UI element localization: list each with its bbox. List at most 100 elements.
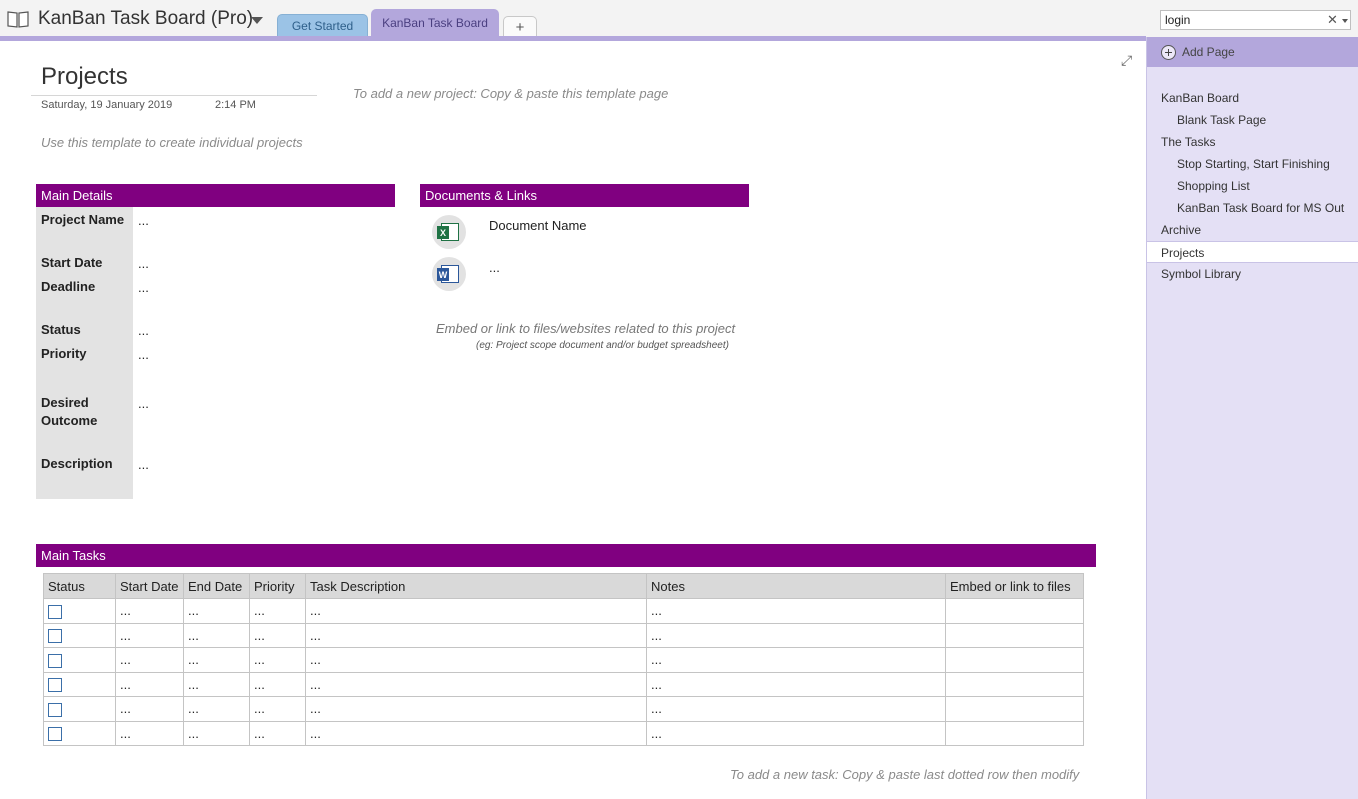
table-row: ... ... ... ... ...	[43, 598, 1084, 624]
project-name-value[interactable]: ...	[138, 213, 149, 228]
add-section-button[interactable]: +	[503, 16, 537, 37]
page-item-kanban-ms-outlook[interactable]: KanBan Task Board for MS Out	[1147, 197, 1358, 219]
task-description-cell[interactable]: ...	[305, 720, 647, 746]
task-description-cell[interactable]: ...	[305, 696, 647, 722]
table-row: ... ... ... ... ...	[43, 720, 1084, 746]
task-checkbox[interactable]	[48, 629, 62, 644]
start-date-cell[interactable]: ...	[115, 720, 184, 746]
task-checkbox[interactable]	[48, 653, 62, 668]
end-date-cell[interactable]: ...	[183, 598, 250, 624]
chevron-down-icon[interactable]	[1342, 19, 1348, 23]
page-list-pane: Add Page KanBan Board Blank Task Page Th…	[1146, 37, 1358, 799]
document-name-1[interactable]: Document Name	[489, 218, 587, 233]
page-title[interactable]: Projects	[41, 63, 128, 91]
priority-cell[interactable]: ...	[249, 720, 306, 746]
notebook-title[interactable]: KanBan Task Board (Pro)	[38, 8, 253, 30]
page-item-archive[interactable]: Archive	[1147, 219, 1358, 241]
notes-cell[interactable]: ...	[646, 598, 946, 624]
new-project-hint: To add a new project: Copy & paste this …	[353, 86, 669, 101]
page-item-stop-starting[interactable]: Stop Starting, Start Finishing	[1147, 153, 1358, 175]
document-name-2[interactable]: ...	[489, 260, 500, 275]
main-details-header: Main Details	[36, 184, 395, 207]
files-cell[interactable]	[945, 622, 1084, 648]
priority-label: Priority	[41, 346, 87, 361]
expand-icon[interactable]: ⤢	[1121, 52, 1132, 69]
notes-cell[interactable]: ...	[646, 720, 946, 746]
end-date-cell[interactable]: ...	[183, 647, 250, 673]
start-date-label: Start Date	[41, 255, 103, 270]
notes-cell[interactable]: ...	[646, 671, 946, 697]
status-cell	[43, 622, 116, 648]
files-cell[interactable]	[945, 598, 1084, 624]
tab-get-started[interactable]: Get Started	[277, 14, 368, 37]
start-date-cell[interactable]: ...	[115, 647, 184, 673]
files-cell[interactable]	[945, 671, 1084, 697]
end-date-cell[interactable]: ...	[183, 671, 250, 697]
page-item-symbol-library[interactable]: Symbol Library	[1147, 263, 1358, 285]
end-date-cell[interactable]: ...	[183, 696, 250, 722]
start-date-cell[interactable]: ...	[115, 696, 184, 722]
add-page-button[interactable]: Add Page	[1147, 37, 1358, 67]
notes-cell[interactable]: ...	[646, 622, 946, 648]
notes-cell[interactable]: ...	[646, 696, 946, 722]
section-color-bar	[0, 36, 1146, 41]
status-label: Status	[41, 322, 81, 337]
priority-cell[interactable]: ...	[249, 647, 306, 673]
project-name-label: Project Name	[41, 212, 125, 227]
column-header-end-date: End Date	[183, 573, 250, 599]
start-date-cell[interactable]: ...	[115, 671, 184, 697]
page-item-blank-task-page[interactable]: Blank Task Page	[1147, 109, 1358, 131]
search-box[interactable]: ✕	[1160, 10, 1351, 30]
template-hint: Use this template to create individual p…	[41, 135, 303, 150]
start-date-cell[interactable]: ...	[115, 622, 184, 648]
tab-kanban-task-board[interactable]: KanBan Task Board	[371, 9, 499, 37]
notebook-dropdown-icon[interactable]	[251, 17, 263, 24]
tasks-table: Status Start Date End Date Priority Task…	[43, 573, 1084, 746]
search-input[interactable]	[1161, 11, 1321, 29]
page-item-shopping-list[interactable]: Shopping List	[1147, 175, 1358, 197]
task-description-cell[interactable]: ...	[305, 622, 647, 648]
priority-cell[interactable]: ...	[249, 671, 306, 697]
files-cell[interactable]	[945, 696, 1084, 722]
task-description-cell[interactable]: ...	[305, 598, 647, 624]
task-description-cell[interactable]: ...	[305, 647, 647, 673]
task-checkbox[interactable]	[48, 604, 62, 619]
new-task-hint: To add a new task: Copy & paste last dot…	[730, 767, 1080, 782]
priority-cell[interactable]: ...	[249, 622, 306, 648]
priority-value[interactable]: ...	[138, 347, 149, 362]
task-checkbox[interactable]	[48, 702, 62, 717]
column-header-notes: Notes	[646, 573, 946, 599]
end-date-cell[interactable]: ...	[183, 720, 250, 746]
excel-icon[interactable]: X	[432, 215, 466, 249]
page-item-kanban-board[interactable]: KanBan Board	[1147, 87, 1358, 109]
task-checkbox[interactable]	[48, 678, 62, 693]
task-checkbox[interactable]	[48, 727, 62, 742]
description-value[interactable]: ...	[138, 457, 149, 472]
desired-outcome-value[interactable]: ...	[138, 396, 149, 411]
files-cell[interactable]	[945, 647, 1084, 673]
close-icon[interactable]: ✕	[1327, 12, 1338, 28]
table-row: ... ... ... ... ...	[43, 671, 1084, 697]
title-bar: KanBan Task Board (Pro) Get Started KanB…	[0, 0, 1358, 37]
page-item-the-tasks[interactable]: The Tasks	[1147, 131, 1358, 153]
status-value[interactable]: ...	[138, 323, 149, 338]
page-time: 2:14 PM	[215, 99, 256, 111]
column-header-task-description: Task Description	[305, 573, 647, 599]
priority-cell[interactable]: ...	[249, 598, 306, 624]
priority-cell[interactable]: ...	[249, 696, 306, 722]
task-description-cell[interactable]: ...	[305, 671, 647, 697]
page-item-projects[interactable]: Projects	[1147, 241, 1358, 263]
files-cell[interactable]	[945, 720, 1084, 746]
excel-badge: X	[437, 226, 449, 239]
notes-cell[interactable]: ...	[646, 647, 946, 673]
status-cell	[43, 598, 116, 624]
start-date-cell[interactable]: ...	[115, 598, 184, 624]
word-icon[interactable]: W	[432, 257, 466, 291]
end-date-cell[interactable]: ...	[183, 622, 250, 648]
start-date-value[interactable]: ...	[138, 256, 149, 271]
desired-outcome-label-line2: Outcome	[41, 413, 98, 428]
desired-outcome-label-line1: Desired	[41, 395, 89, 410]
deadline-value[interactable]: ...	[138, 280, 149, 295]
notebook-icon[interactable]	[6, 10, 30, 28]
add-page-label: Add Page	[1182, 45, 1235, 59]
